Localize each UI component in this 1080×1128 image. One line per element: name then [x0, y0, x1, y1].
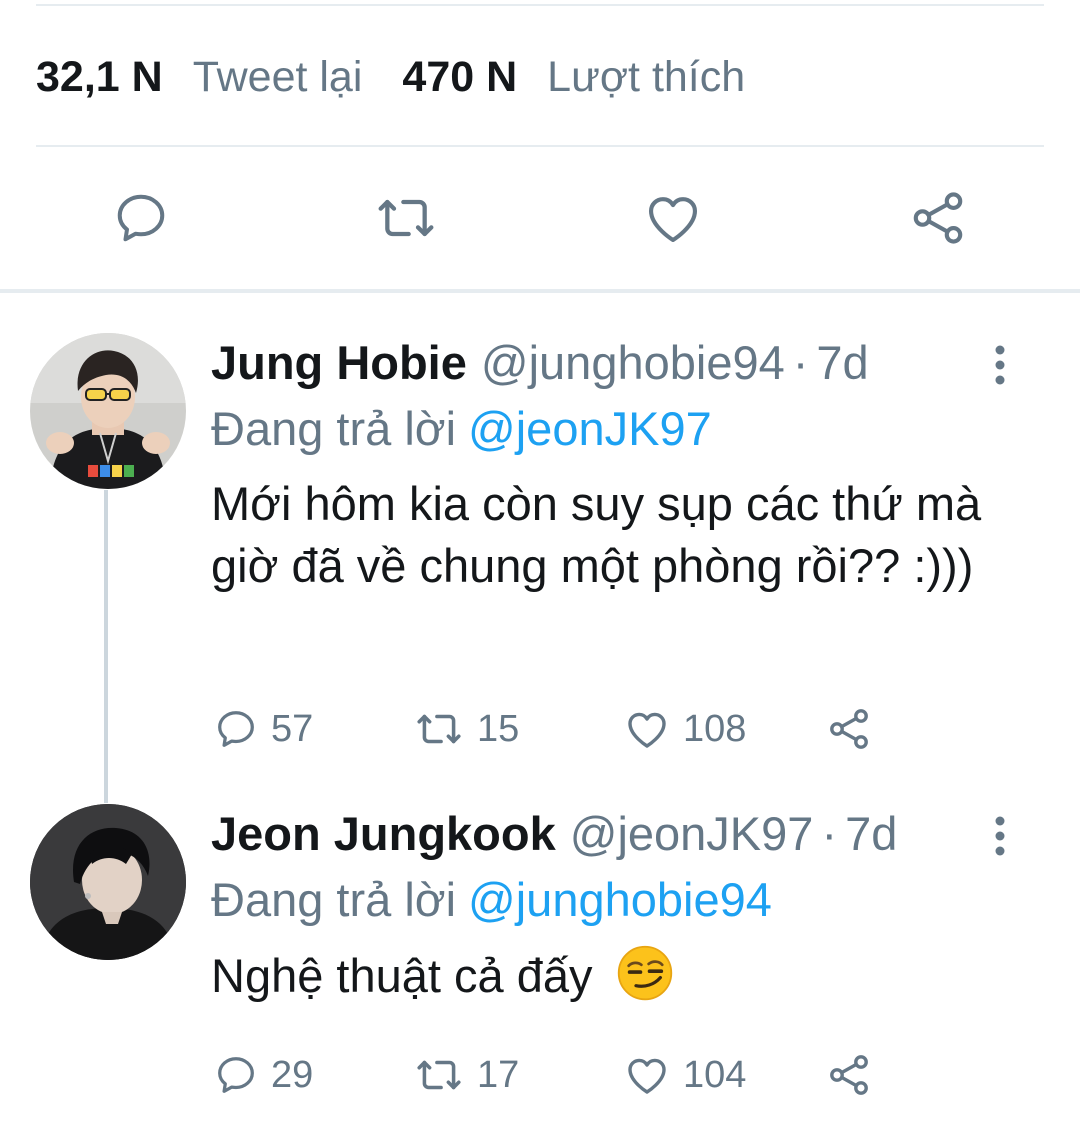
share-icon — [830, 1055, 868, 1095]
tweet-header: Jung Hobie @junghobie94 · 7d — [211, 333, 1040, 393]
replying-to: Đang trả lời @junghobie94 — [211, 870, 1040, 930]
retweet-label[interactable]: Tweet lại — [193, 53, 363, 102]
like-button[interactable]: 104 — [623, 1050, 746, 1100]
avatar-photo — [30, 333, 186, 489]
user-handle[interactable]: @jeonJK97 — [570, 804, 814, 864]
tweet-action-bar: 57 15 108 — [213, 704, 893, 754]
replying-to-label: Đang trả lời — [211, 402, 457, 455]
avatar[interactable] — [30, 333, 186, 489]
separator-dot: · — [821, 807, 838, 860]
timestamp[interactable]: 7d — [816, 333, 868, 393]
retweet-count[interactable]: 32,1 N — [36, 53, 163, 102]
replying-to-link[interactable]: @jeonJK97 — [468, 402, 712, 455]
share-icon — [913, 192, 963, 244]
more-options-button[interactable] — [980, 806, 1020, 866]
share-button[interactable] — [825, 1050, 873, 1100]
display-name[interactable]: Jung Hobie — [211, 333, 467, 393]
timestamp[interactable]: 7d — [845, 804, 897, 864]
replying-to: Đang trả lời @jeonJK97 — [211, 399, 1040, 459]
thread-connector-line — [104, 490, 108, 803]
main-action-bar — [0, 180, 1080, 256]
retweet-icon — [417, 714, 461, 744]
share-button[interactable] — [825, 704, 873, 754]
reply-icon — [117, 194, 165, 242]
more-options-button[interactable] — [980, 335, 1020, 395]
tweet-text: Nghệ thuật cả đấy — [211, 944, 1011, 1007]
tweet-text-content: Nghệ thuật cả đấy — [211, 949, 593, 1002]
top-divider — [36, 4, 1044, 6]
replying-to-label: Đang trả lời — [211, 873, 457, 926]
like-button[interactable]: 108 — [623, 704, 746, 754]
retweet-button[interactable]: 15 — [413, 704, 519, 754]
reply-button[interactable]: 29 — [213, 1050, 313, 1100]
smirking-face-emoji — [617, 945, 672, 1001]
reply-icon — [218, 711, 254, 747]
reply-count: 57 — [271, 707, 314, 750]
section-divider — [0, 289, 1080, 293]
stats-divider — [36, 145, 1044, 147]
retweet-icon — [378, 199, 434, 237]
retweet-button[interactable] — [368, 180, 444, 256]
like-button[interactable] — [635, 180, 711, 256]
retweet-count: 17 — [477, 1053, 520, 1096]
separator-dot: · — [792, 336, 809, 389]
reply-button[interactable]: 57 — [213, 704, 313, 754]
heart-icon — [648, 197, 698, 243]
more-vertical-icon — [995, 345, 1005, 385]
avatar[interactable] — [30, 804, 186, 960]
retweet-count: 15 — [477, 707, 520, 750]
tweet-action-bar: 29 17 104 — [213, 1050, 893, 1100]
more-vertical-icon — [995, 816, 1005, 856]
tweet-stats: 32,1 N Tweet lại 470 N Lượt thích — [36, 52, 745, 102]
display-name[interactable]: Jeon Jungkook — [211, 804, 556, 864]
like-count[interactable]: 470 N — [402, 53, 517, 102]
reply-icon — [218, 1057, 254, 1093]
user-handle[interactable]: @junghobie94 — [481, 333, 785, 393]
retweet-button[interactable]: 17 — [413, 1050, 519, 1100]
like-count: 104 — [683, 1053, 747, 1096]
like-label[interactable]: Lượt thích — [547, 53, 745, 102]
heart-icon — [628, 712, 666, 748]
share-button[interactable] — [900, 180, 976, 256]
heart-icon — [628, 1058, 666, 1094]
avatar-photo — [30, 804, 186, 960]
retweet-icon — [417, 1060, 461, 1090]
tweet-text: Mới hôm kia còn suy sụp các thứ mà giờ đ… — [211, 477, 982, 592]
share-icon — [830, 709, 868, 749]
like-count: 108 — [683, 707, 747, 750]
tweet-header: Jeon Jungkook @jeonJK97 · 7d — [211, 804, 1040, 864]
replying-to-link[interactable]: @junghobie94 — [468, 873, 772, 926]
reply-button[interactable] — [103, 180, 179, 256]
reply-count: 29 — [271, 1053, 314, 1096]
